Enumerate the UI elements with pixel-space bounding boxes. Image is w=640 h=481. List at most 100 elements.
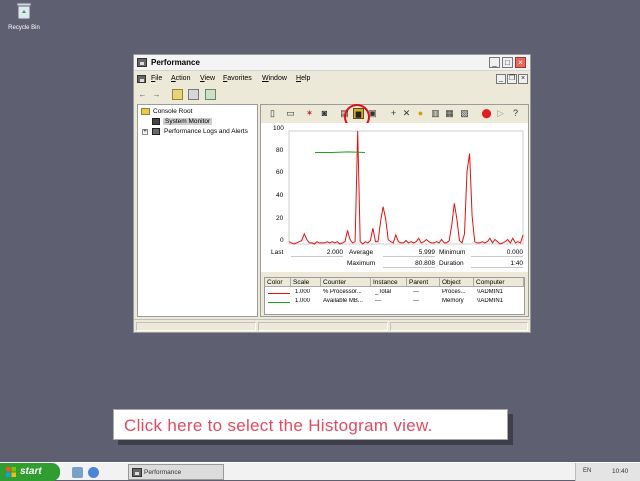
- menu-favorites[interactable]: Favorites: [223, 75, 252, 82]
- console-tree: Console Root System Monitor + Performanc…: [137, 104, 258, 317]
- series-color-swatch: [268, 293, 290, 294]
- maximum-value: 80.808: [383, 260, 435, 268]
- internet-explorer-icon[interactable]: [88, 467, 99, 478]
- minimize-button[interactable]: _: [489, 57, 500, 68]
- performance-app-icon: [132, 468, 142, 477]
- highlight-icon[interactable]: ●: [415, 108, 426, 119]
- show-tree-icon[interactable]: [188, 89, 199, 100]
- child-minimize-button[interactable]: _: [496, 74, 506, 84]
- column-header-color[interactable]: Color: [265, 278, 291, 287]
- tree-item-console-root[interactable]: Console Root: [153, 108, 192, 115]
- menu-bar: File Action View Favorites Window Help _…: [134, 72, 530, 86]
- clear-display-icon[interactable]: ▭: [285, 108, 296, 119]
- row-counter: % Processor...: [323, 289, 362, 295]
- monitor-icon: [152, 118, 160, 125]
- status-segment: [258, 322, 388, 331]
- tree-item-performance-logs[interactable]: Performance Logs and Alerts: [164, 128, 248, 135]
- row-instance: ---: [375, 298, 381, 304]
- maximize-button[interactable]: □: [502, 57, 513, 68]
- duration-label: Duration: [439, 260, 464, 267]
- row-scale: 1.000: [295, 298, 311, 304]
- minimum-label: Minimum: [439, 249, 466, 256]
- maximum-label: Maximum: [347, 260, 376, 267]
- row-computer: \\ADMIN1: [477, 298, 504, 304]
- up-folder-icon[interactable]: [172, 89, 183, 100]
- counter-legend-table: Color Scale Counter Instance Parent Obje…: [264, 277, 525, 315]
- taskbar: start Performance EN 10:40: [0, 462, 640, 481]
- view-log-data-icon[interactable]: ◙: [319, 108, 330, 119]
- column-header-object[interactable]: Object: [440, 278, 474, 287]
- clock: 10:40: [612, 468, 629, 475]
- row-computer: \\ADMIN1: [477, 289, 504, 295]
- duration-value: 1:40: [471, 260, 523, 268]
- recycle-bin-shortcut[interactable]: Recycle Bin: [6, 2, 42, 31]
- series-color-swatch: [268, 302, 290, 303]
- status-bar: [134, 319, 530, 332]
- recycle-bin-label: Recycle Bin: [8, 25, 40, 31]
- column-header-parent[interactable]: Parent: [407, 278, 440, 287]
- start-button[interactable]: start: [0, 463, 60, 481]
- column-header-instance[interactable]: Instance: [371, 278, 407, 287]
- system-monitor-pane: ▯ ▭ ✶ ◙ ▤ ▆ ▣ + ✕ ● ▥ ▦ ▧ ⬤ ▷ ? 100 80 6…: [260, 104, 529, 317]
- tutorial-callout: Click here to select the Histogram view.: [113, 409, 508, 440]
- paste-counter-list-icon[interactable]: ▦: [444, 108, 455, 119]
- menu-file[interactable]: File: [151, 75, 162, 82]
- statistics-bar: Last 2.000 Average 5.999 Minimum 0.000 M…: [261, 248, 528, 272]
- forward-arrow-icon[interactable]: →: [151, 89, 162, 100]
- show-desktop-icon[interactable]: [72, 467, 83, 478]
- plot-frame: [288, 130, 524, 245]
- child-restore-button[interactable]: ❐: [507, 74, 517, 84]
- update-data-icon[interactable]: ▷: [495, 108, 506, 119]
- minimum-value: 0.000: [471, 249, 523, 257]
- average-value: 5.999: [383, 249, 435, 257]
- performance-line-chart: [288, 130, 524, 245]
- menu-view[interactable]: View: [200, 75, 215, 82]
- performance-app-icon: [137, 58, 147, 67]
- column-header-computer[interactable]: Computer: [474, 278, 524, 287]
- start-label: start: [20, 466, 42, 477]
- help-icon[interactable]: ?: [510, 108, 521, 119]
- child-close-button[interactable]: ×: [518, 74, 528, 84]
- system-monitor-toolbar: ▯ ▭ ✶ ◙ ▤ ▆ ▣ + ✕ ● ▥ ▦ ▧ ⬤ ▷ ?: [261, 104, 528, 130]
- add-counter-icon[interactable]: +: [388, 108, 399, 119]
- help-icon[interactable]: [205, 89, 216, 100]
- row-scale: 1.000: [295, 289, 311, 295]
- menu-action[interactable]: Action: [171, 75, 190, 82]
- row-parent: ---: [413, 298, 419, 304]
- row-counter: Available MB...: [323, 298, 363, 304]
- series-line-processor: [288, 130, 524, 245]
- graph-area: 100 80 60 40 20 0: [261, 123, 528, 248]
- tree-item-system-monitor[interactable]: System Monitor: [163, 118, 213, 125]
- status-segment: [136, 322, 256, 331]
- language-indicator[interactable]: EN: [583, 468, 591, 474]
- average-label: Average: [349, 249, 374, 256]
- status-segment: [390, 322, 528, 331]
- performance-window: Performance _ □ × File Action View Favor…: [133, 54, 531, 333]
- row-parent: ---: [413, 289, 419, 295]
- close-button[interactable]: ×: [515, 57, 526, 68]
- last-label: Last: [271, 249, 284, 256]
- new-counter-set-icon[interactable]: ▯: [267, 108, 278, 119]
- back-arrow-icon[interactable]: ←: [137, 89, 148, 100]
- expand-icon[interactable]: +: [142, 129, 148, 135]
- main-toolbar: ← →: [134, 86, 530, 103]
- window-title: Performance: [151, 58, 200, 67]
- row-object: Memory: [442, 298, 464, 304]
- taskbar-item-label: Performance: [144, 469, 182, 476]
- menu-window[interactable]: Window: [262, 75, 287, 82]
- menu-help[interactable]: Help: [296, 75, 310, 82]
- copy-properties-icon[interactable]: ▥: [430, 108, 441, 119]
- delete-counter-icon[interactable]: ✕: [401, 108, 412, 119]
- freeze-display-icon[interactable]: ⬤: [481, 108, 492, 119]
- series-line-memory: [315, 151, 366, 153]
- taskbar-item-performance[interactable]: Performance: [128, 464, 224, 480]
- last-value: 2.000: [291, 249, 343, 257]
- column-header-counter[interactable]: Counter: [321, 278, 371, 287]
- logs-alerts-icon: [152, 128, 160, 135]
- recycle-bin-icon: [16, 2, 32, 20]
- title-bar[interactable]: Performance _ □ ×: [134, 55, 530, 71]
- properties-icon[interactable]: ▧: [459, 108, 470, 119]
- column-header-scale[interactable]: Scale: [291, 278, 321, 287]
- view-current-activity-icon[interactable]: ✶: [304, 108, 315, 119]
- windows-logo-icon: [6, 467, 16, 477]
